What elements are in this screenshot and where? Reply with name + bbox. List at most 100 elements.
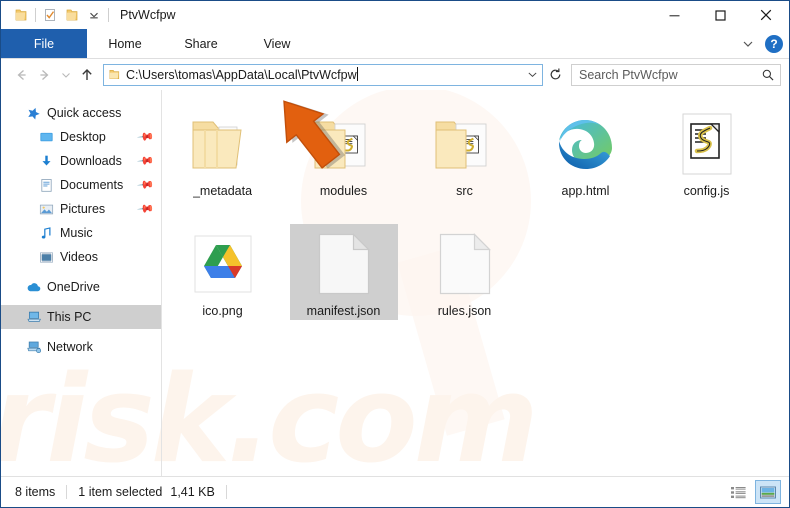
properties-icon[interactable] <box>39 4 61 26</box>
item-count: 8 items <box>15 485 56 499</box>
folder-with-script-icon <box>429 108 501 180</box>
folder-with-script-icon <box>308 108 380 180</box>
tab-home[interactable]: Home <box>87 29 163 58</box>
search-placeholder: Search PtvWcfpw <box>579 67 678 82</box>
text-caret <box>356 67 358 81</box>
ribbon-tab-bar: File Home Share View ? <box>1 29 789 59</box>
search-icon[interactable] <box>760 68 776 82</box>
sidebar-item-pictures[interactable]: Pictures 📌 <box>1 197 161 221</box>
file-name: _metadata <box>192 184 253 198</box>
sidebar-item-desktop[interactable]: Desktop 📌 <box>1 125 161 149</box>
address-text: C:\Users\tomas\AppData\Local\PtvWcfpw <box>126 67 358 82</box>
sidebar-item-videos[interactable]: Videos <box>1 245 161 269</box>
file-item[interactable]: config.js <box>646 98 767 218</box>
sidebar-item-label: OneDrive <box>47 280 100 294</box>
sidebar-item-label: Music <box>60 226 93 240</box>
file-name: modules <box>319 184 368 198</box>
sidebar-item-network[interactable]: Network <box>1 335 161 359</box>
file-item[interactable]: app.html <box>525 98 646 218</box>
folder-icon[interactable] <box>10 4 32 26</box>
sidebar-item-label: Videos <box>60 250 98 264</box>
music-icon <box>38 225 55 241</box>
network-icon <box>25 339 42 355</box>
pictures-icon <box>38 201 55 217</box>
window-controls <box>651 1 789 29</box>
javascript-file-icon <box>671 108 743 180</box>
minimize-button[interactable] <box>651 1 697 29</box>
pin-icon[interactable]: 📌 <box>137 176 156 194</box>
close-button[interactable] <box>743 1 789 29</box>
recent-locations-button[interactable] <box>57 63 75 87</box>
forward-button[interactable] <box>33 63 57 87</box>
file-name: app.html <box>561 184 610 198</box>
customize-dropdown-icon[interactable] <box>83 4 105 26</box>
file-name: rules.json <box>437 304 492 318</box>
file-item[interactable]: modules <box>283 98 404 218</box>
qat-separator-2 <box>108 8 109 22</box>
sidebar-item-label: Pictures <box>60 202 106 216</box>
sidebar-item-label: Network <box>47 340 93 354</box>
navigation-pane: Quick access Desktop 📌 Downloads 📌 Docum… <box>1 90 162 477</box>
sidebar-item-label: Documents <box>60 178 124 192</box>
status-left-group: 8 items 1 item selected 1,41 KB <box>1 485 238 499</box>
file-name: manifest.json <box>306 304 381 318</box>
file-item[interactable]: _metadata <box>162 98 283 218</box>
chevron-down-icon[interactable] <box>739 35 757 53</box>
search-input[interactable]: Search PtvWcfpw <box>571 63 781 86</box>
desktop-icon <box>38 129 55 145</box>
status-divider-2 <box>225 485 227 499</box>
sidebar-item-documents[interactable]: Documents 📌 <box>1 173 161 197</box>
pin-icon[interactable]: 📌 <box>137 128 156 146</box>
file-item[interactable]: rules.json <box>404 218 525 338</box>
status-divider <box>66 485 68 499</box>
sidebar-item-quick-access[interactable]: Quick access <box>1 101 161 125</box>
up-button[interactable] <box>75 63 99 87</box>
tab-share[interactable]: Share <box>163 29 239 58</box>
help-icon[interactable]: ? <box>765 34 783 53</box>
selection-size: 1,41 KB <box>170 485 215 499</box>
back-button[interactable] <box>9 63 33 87</box>
blank-document-icon <box>429 228 501 300</box>
file-name: src <box>456 184 473 198</box>
qat-separator <box>35 8 36 22</box>
refresh-button[interactable] <box>544 64 566 86</box>
google-drive-image-icon <box>187 228 259 300</box>
address-input[interactable]: C:\Users\tomas\AppData\Local\PtvWcfpw <box>103 63 543 86</box>
quick-access-toolbar <box>1 4 112 26</box>
sidebar-item-label: Quick access <box>47 106 122 120</box>
new-folder-icon[interactable] <box>61 4 83 26</box>
large-icons-view-button[interactable] <box>755 480 781 504</box>
explorer-window: risk.com PtvWcfpw File Home Share View ?… <box>0 0 790 508</box>
details-view-button[interactable] <box>725 480 751 504</box>
explorer-body: Quick access Desktop 📌 Downloads 📌 Docum… <box>1 90 789 477</box>
edge-browser-icon <box>550 108 622 180</box>
sidebar-item-music[interactable]: Music <box>1 221 161 245</box>
videos-icon <box>38 249 55 265</box>
pin-icon[interactable]: 📌 <box>137 200 156 218</box>
tab-view[interactable]: View <box>239 29 315 58</box>
sidebar-item-onedrive[interactable]: OneDrive <box>1 275 161 299</box>
ribbon-right-controls: ? <box>739 29 783 58</box>
file-item[interactable]: ico.png <box>162 218 283 338</box>
folder-with-documents-icon <box>187 108 259 180</box>
file-grid: _metadata modules src app.html config.js… <box>162 98 789 338</box>
onedrive-cloud-icon <box>25 279 42 295</box>
file-list-view[interactable]: _metadata modules src app.html config.js… <box>162 90 789 477</box>
blank-document-icon <box>308 228 380 300</box>
window-title: PtvWcfpw <box>120 8 176 22</box>
sidebar-item-this-pc[interactable]: This PC <box>1 305 161 329</box>
status-bar: 8 items 1 item selected 1,41 KB <box>1 476 789 507</box>
address-bar-row: C:\Users\tomas\AppData\Local\PtvWcfpw Se… <box>1 59 789 90</box>
file-name: ico.png <box>202 304 243 318</box>
folder-icon <box>108 68 121 81</box>
file-item[interactable]: src <box>404 98 525 218</box>
pin-icon[interactable]: 📌 <box>137 152 156 170</box>
sidebar-item-downloads[interactable]: Downloads 📌 <box>1 149 161 173</box>
chevron-down-icon[interactable] <box>524 69 540 80</box>
selection-info: 1 item selected <box>78 485 163 499</box>
downloads-icon <box>38 153 55 169</box>
file-item[interactable]: manifest.json <box>283 218 404 338</box>
sidebar-item-label: This PC <box>47 310 92 324</box>
tab-file[interactable]: File <box>1 29 87 58</box>
maximize-button[interactable] <box>697 1 743 29</box>
